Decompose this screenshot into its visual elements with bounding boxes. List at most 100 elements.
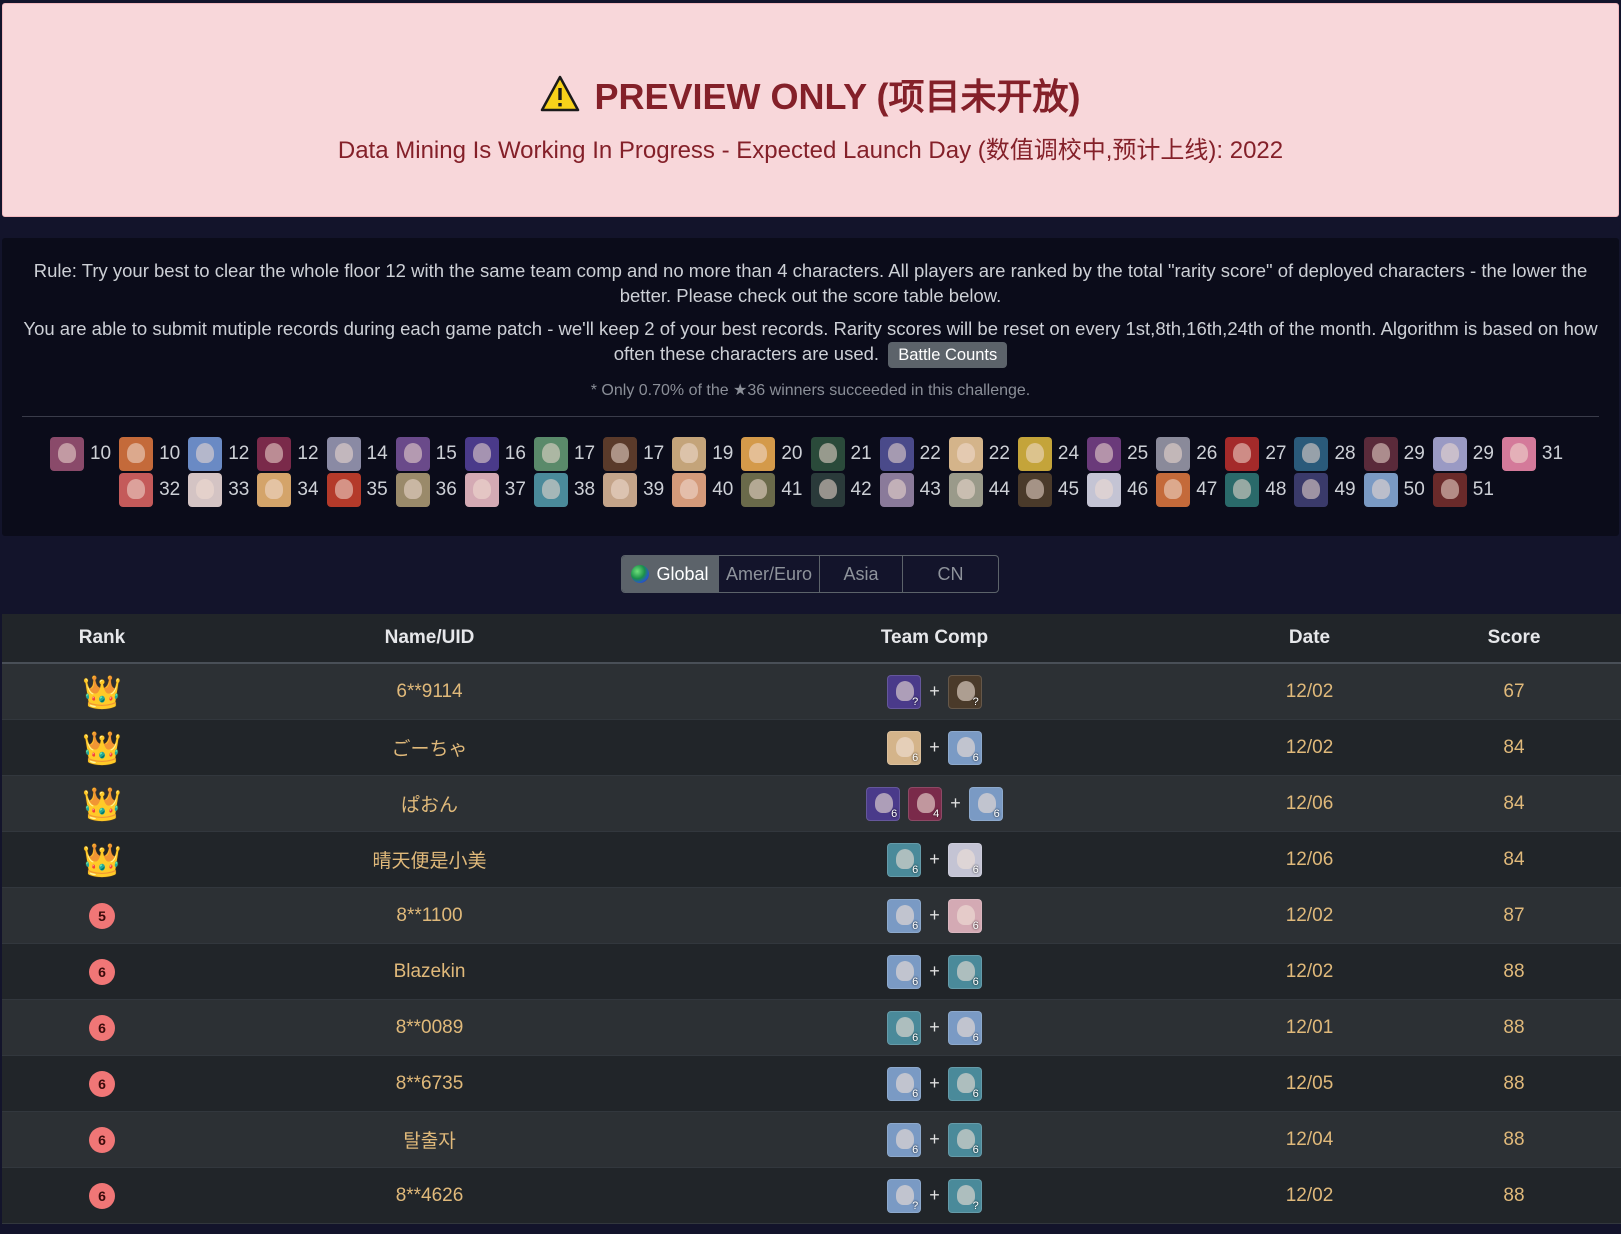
character-score-item[interactable]: 19: [672, 437, 741, 472]
character-score-item[interactable]: 35: [326, 473, 396, 508]
character-score-item[interactable]: 25: [1087, 437, 1156, 472]
character-score-item[interactable]: 16: [464, 437, 534, 472]
character-score-item[interactable]: 50: [1363, 473, 1433, 508]
team-member-icon[interactable]: ?: [947, 674, 982, 709]
constellation-level: 4: [933, 807, 940, 820]
team-member-icon[interactable]: 6: [887, 1122, 922, 1157]
team-member-icon[interactable]: 6: [866, 786, 901, 821]
team-member-icon[interactable]: ?: [947, 1178, 982, 1213]
header-rank[interactable]: Rank: [2, 627, 202, 649]
character-score-item[interactable]: 47: [1156, 473, 1225, 508]
header-team[interactable]: Team Comp: [657, 627, 1212, 649]
table-row[interactable]: 5 8**1100 6 +6 12/02 87: [2, 888, 1621, 944]
record-date: 12/05: [1285, 1072, 1334, 1094]
character-score-item[interactable]: 10: [119, 437, 188, 472]
table-row[interactable]: 👑 ぱおん 6 4 +6 12/06 84: [2, 776, 1621, 832]
character-score-item[interactable]: 40: [672, 473, 741, 508]
character-score-item[interactable]: 48: [1225, 473, 1294, 508]
team-member-icon[interactable]: 6: [887, 1010, 922, 1045]
character-score-item[interactable]: 46: [1087, 473, 1156, 508]
character-portrait-icon: [326, 437, 361, 472]
team-member-icon[interactable]: 6: [887, 1066, 922, 1101]
character-score-item[interactable]: 21: [810, 437, 880, 472]
character-score-item[interactable]: 29: [1432, 437, 1502, 472]
team-member-icon[interactable]: 6: [887, 842, 922, 877]
table-row[interactable]: 6 탈출자 6 +6 12/04 88: [2, 1112, 1621, 1168]
character-score-item[interactable]: 51: [1432, 473, 1502, 508]
character-score-item[interactable]: 15: [395, 437, 465, 472]
character-score-item[interactable]: 41: [741, 473, 810, 508]
character-score-item[interactable]: 31: [1501, 437, 1571, 472]
team-member-icon[interactable]: 6: [947, 842, 982, 877]
player-name[interactable]: 8**4626: [202, 1185, 657, 1207]
character-score-item[interactable]: 32: [119, 473, 188, 508]
player-name[interactable]: 탈출자: [202, 1126, 657, 1153]
character-score-item[interactable]: 22: [879, 437, 949, 472]
character-score-item[interactable]: 29: [1363, 437, 1433, 472]
team-member-icon[interactable]: 6: [887, 898, 922, 933]
character-score-item[interactable]: 34: [257, 473, 326, 508]
table-row[interactable]: 👑 6**9114? +? 12/02 67: [2, 664, 1621, 720]
table-row[interactable]: 6 8**0089 6 +6 12/01 88: [2, 1000, 1621, 1056]
character-score-item[interactable]: 26: [1156, 437, 1225, 472]
team-member-icon[interactable]: 6: [968, 786, 1003, 821]
character-score-item[interactable]: 17: [533, 437, 603, 472]
character-score-item[interactable]: 20: [741, 437, 810, 472]
header-date[interactable]: Date: [1212, 627, 1407, 649]
player-name[interactable]: 8**1100: [202, 905, 657, 927]
team-member-icon[interactable]: ?: [887, 1178, 922, 1213]
character-score-item[interactable]: 14: [326, 437, 396, 472]
character-score-item[interactable]: 49: [1294, 473, 1363, 508]
team-member-icon[interactable]: 6: [947, 1010, 982, 1045]
team-member-icon[interactable]: 6: [947, 1122, 982, 1157]
tab-global[interactable]: Global: [622, 556, 719, 592]
character-score-item[interactable]: 17: [603, 437, 672, 472]
team-member-icon[interactable]: 6: [947, 1066, 982, 1101]
header-score[interactable]: Score: [1407, 627, 1621, 649]
player-name[interactable]: 8**6735: [202, 1073, 657, 1095]
character-score-item[interactable]: 24: [1017, 437, 1087, 472]
character-score-item[interactable]: 44: [948, 473, 1018, 508]
character-score-item[interactable]: 33: [188, 473, 257, 508]
table-row[interactable]: 👑 晴天便是小美 6 +6 12/06 84: [2, 832, 1621, 888]
character-score-item[interactable]: 38: [533, 473, 603, 508]
tab-cn[interactable]: CN: [903, 556, 998, 592]
character-score-item[interactable]: 22: [948, 437, 1018, 472]
tab-asia[interactable]: Asia: [820, 556, 903, 592]
team-member-icon[interactable]: ?: [887, 674, 922, 709]
table-body: 👑 6**9114? +? 12/02 67 👑 ごーちゃ 6 +6 12/02 84 👑 ぱおん 6 4 +…: [2, 664, 1621, 1224]
player-name[interactable]: 8**0089: [202, 1017, 657, 1039]
character-score-item[interactable]: 12: [188, 437, 257, 472]
character-score-item[interactable]: 42: [810, 473, 880, 508]
character-score-item[interactable]: 43: [879, 473, 949, 508]
player-name[interactable]: 6**9114: [202, 681, 657, 703]
player-name[interactable]: ぱおん: [202, 790, 657, 817]
team-member-icon[interactable]: 6: [887, 730, 922, 765]
table-row[interactable]: 6 Blazekin 6 +6 12/02 88: [2, 944, 1621, 1000]
character-score-item[interactable]: 28: [1294, 437, 1363, 472]
player-name[interactable]: 晴天便是小美: [202, 846, 657, 873]
character-portrait-icon: [948, 437, 983, 472]
table-row[interactable]: 6 8**4626? +? 12/02 88: [2, 1168, 1621, 1224]
character-score-item[interactable]: 10: [49, 437, 119, 472]
team-member-icon[interactable]: 6: [947, 954, 982, 989]
team-comp: 6 +6: [657, 1122, 1212, 1157]
character-score-item[interactable]: 45: [1017, 473, 1087, 508]
team-member-icon[interactable]: 6: [947, 898, 982, 933]
rank-badge: 6: [89, 1182, 115, 1209]
character-score-item[interactable]: 37: [464, 473, 534, 508]
team-member-icon[interactable]: 4: [908, 786, 943, 821]
character-score-item[interactable]: 12: [257, 437, 326, 472]
player-name[interactable]: Blazekin: [202, 961, 657, 983]
team-member-icon[interactable]: 6: [947, 730, 982, 765]
table-row[interactable]: 👑 ごーちゃ 6 +6 12/02 84: [2, 720, 1621, 776]
table-row[interactable]: 6 8**6735 6 +6 12/05 88: [2, 1056, 1621, 1112]
character-score-item[interactable]: 39: [603, 473, 672, 508]
character-score-item[interactable]: 27: [1225, 437, 1294, 472]
player-name[interactable]: ごーちゃ: [202, 734, 657, 761]
header-name[interactable]: Name/UID: [202, 627, 657, 649]
character-score-item[interactable]: 36: [395, 473, 465, 508]
tab-amer-euro[interactable]: Amer/Euro: [719, 556, 820, 592]
battle-counts-button[interactable]: Battle Counts: [888, 342, 1008, 369]
team-member-icon[interactable]: 6: [887, 954, 922, 989]
